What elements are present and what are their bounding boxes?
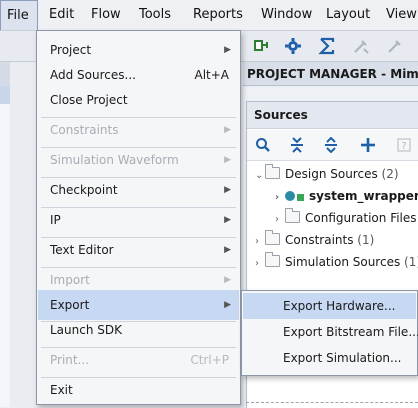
chevron-right-icon[interactable]: › <box>255 232 265 252</box>
menu-window[interactable]: Window <box>261 7 312 22</box>
chevron-right-icon[interactable]: › <box>275 210 285 230</box>
menu-item-launch-sdk[interactable]: Launch SDK <box>38 315 239 345</box>
folder-icon <box>265 164 280 179</box>
tree-label: system_wrapper <box>309 189 418 203</box>
submenu-arrow-icon: ▶ <box>224 155 231 165</box>
menu-item-label: Export <box>50 298 90 312</box>
menu-item-export-simulation[interactable]: Export Simulation... <box>243 345 416 371</box>
menu-item-label: Constraints <box>50 123 119 137</box>
export-submenu: Export Hardware... Export Bitstream File… <box>241 290 418 376</box>
tree-item-configuration-files[interactable]: › Configuration Files <box>275 208 417 228</box>
tree-item-system-wrapper[interactable]: › system_wrapper <box>275 186 418 206</box>
menu-item-print[interactable]: Print... Ctrl+P <box>38 345 239 375</box>
flow-navigator-edge <box>0 62 10 407</box>
folder-icon <box>265 230 280 245</box>
menu-tools[interactable]: Tools <box>139 7 171 22</box>
menu-item-label: Checkpoint <box>50 183 118 197</box>
menu-item-export-hardware[interactable]: Export Hardware... <box>243 293 416 319</box>
menu-item-label: Launch SDK <box>50 323 122 337</box>
settings-gear-icon[interactable] <box>282 35 304 57</box>
menu-item-simulation-waveform[interactable]: Simulation Waveform ▶ <box>38 145 239 175</box>
folder-icon <box>285 208 300 223</box>
submenu-arrow-icon: ▶ <box>224 245 231 255</box>
menu-layout[interactable]: Layout <box>326 7 370 22</box>
add-icon[interactable] <box>357 134 379 156</box>
disabled-tool-icon-2[interactable] <box>384 35 406 57</box>
svg-text:?: ? <box>401 141 406 152</box>
menu-item-label: Simulation Waveform <box>50 153 179 167</box>
sources-title: Sources <box>247 102 418 129</box>
tree-item-simulation-sources[interactable]: › Simulation Sources (1) <box>255 252 418 272</box>
tree-count: (2) <box>381 167 399 181</box>
menu-reports[interactable]: Reports <box>193 7 243 22</box>
menu-item-text-editor[interactable]: Text Editor ▶ <box>38 235 239 265</box>
expand-all-icon[interactable] <box>320 134 342 156</box>
help-icon[interactable]: ? <box>393 134 415 156</box>
tree-count: (1) <box>357 233 375 247</box>
panel-divider <box>246 402 418 403</box>
menu-file-label: File <box>7 8 29 23</box>
menu-edit[interactable]: Edit <box>49 7 74 22</box>
menu-item-label: Print... <box>50 353 90 367</box>
search-icon[interactable] <box>252 134 274 156</box>
program-device-icon[interactable] <box>249 35 271 57</box>
menu-item-close-project[interactable]: Close Project <box>38 85 239 115</box>
menu-item-label: IP <box>50 213 61 227</box>
menu-item-label: Close Project <box>50 93 128 107</box>
menu-item-label: Exit <box>50 383 73 397</box>
disabled-tool-icon[interactable] <box>350 35 372 57</box>
submenu-arrow-icon: ▶ <box>224 125 231 135</box>
collapse-all-icon[interactable] <box>286 134 308 156</box>
file-menu-dropdown: Project ▶ Add Sources... Alt+A Close Proje… <box>36 30 241 405</box>
submenu-arrow-icon: ▶ <box>224 185 231 195</box>
tree-label: Simulation Sources <box>285 255 401 269</box>
menu-view[interactable]: View <box>386 7 417 22</box>
tree-label: Constraints <box>285 233 354 247</box>
menubar: File Edit Flow Tools Reports Window Layo… <box>0 0 418 31</box>
chevron-right-icon[interactable]: › <box>255 254 265 274</box>
menu-item-constraints[interactable]: Constraints ▶ <box>38 115 239 145</box>
menu-file[interactable]: File <box>0 0 38 30</box>
submenu-arrow-icon: ▶ <box>224 215 231 225</box>
flow-navigator-header <box>0 62 10 86</box>
hierarchy-icon <box>285 191 295 201</box>
menu-item-label: Text Editor <box>50 243 114 257</box>
tree-label: Configuration Files <box>305 211 417 225</box>
tree-label: Design Sources <box>285 167 378 181</box>
shortcut-label: Ctrl+P <box>190 353 229 367</box>
tree-item-design-sources[interactable]: ⌄ Design Sources (2) <box>255 164 399 184</box>
tree-count: (1) <box>404 255 418 269</box>
chevron-down-icon[interactable]: ⌄ <box>255 166 265 186</box>
menu-flow[interactable]: Flow <box>91 7 121 22</box>
menu-item-exit[interactable]: Exit <box>38 375 239 405</box>
flow-navigator-selected-row[interactable] <box>0 86 10 104</box>
hierarchy-sub-icon <box>297 194 304 201</box>
menu-item-export-bitstream[interactable]: Export Bitstream File... <box>243 319 418 345</box>
menu-item-label: Project <box>50 43 92 57</box>
tree-item-constraints[interactable]: › Constraints (1) <box>255 230 374 250</box>
sources-toolbar: ? <box>247 130 418 161</box>
menu-item-checkpoint[interactable]: Checkpoint ▶ <box>38 175 239 205</box>
folder-icon <box>265 252 280 267</box>
chevron-right-icon[interactable]: › <box>275 188 285 208</box>
menu-item-label: Add Sources... <box>50 68 136 82</box>
menu-item-label: Import <box>50 273 90 287</box>
sigma-icon[interactable] <box>316 35 338 57</box>
menu-item-ip[interactable]: IP ▶ <box>38 205 239 235</box>
project-manager-header: PROJECT MANAGER - MimasA7 <box>243 62 418 86</box>
